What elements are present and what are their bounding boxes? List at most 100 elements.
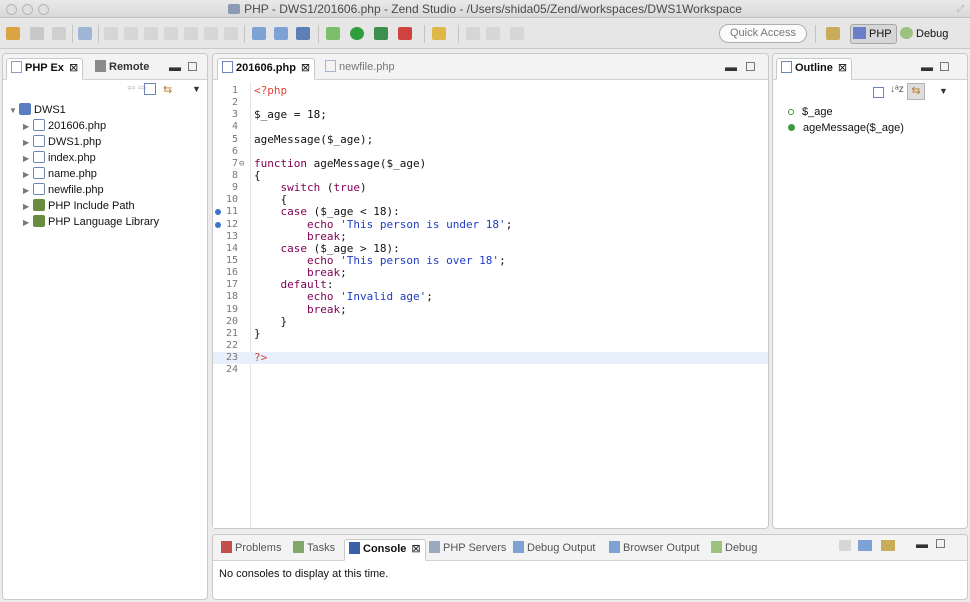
code-line[interactable]: 24 — [213, 364, 768, 376]
code-line[interactable]: 7 ⊖ function ageMessage($_age) — [213, 157, 768, 170]
external-tools-icon[interactable] — [398, 27, 412, 40]
collapsed-arrow-icon[interactable]: ▶ — [23, 151, 33, 167]
line-number: 15 — [225, 254, 238, 266]
code-line[interactable]: 1 <?php — [213, 84, 768, 97]
collapse-all-icon[interactable] — [873, 87, 884, 98]
last-edit-icon[interactable] — [486, 27, 500, 40]
forward-icon[interactable] — [510, 27, 524, 40]
tab-remote[interactable]: Remote — [91, 58, 153, 80]
code-line[interactable]: 5 ageMessage($_age); — [213, 133, 768, 146]
mark-occurrences-icon[interactable] — [432, 27, 446, 40]
php-perspective-button[interactable]: PHP — [850, 24, 897, 44]
quick-access-field[interactable]: Quick Access — [719, 24, 807, 43]
run-profile-icon[interactable] — [374, 27, 388, 40]
fullscreen-icon[interactable]: ⤢ — [957, 3, 964, 14]
tree-item[interactable]: ▶ DWS1.php — [9, 134, 159, 150]
open-console-icon[interactable] — [881, 540, 895, 551]
step-return-icon[interactable] — [224, 27, 238, 40]
open-resource-icon[interactable] — [274, 27, 288, 40]
close-tab-icon[interactable]: ⊠ — [69, 62, 78, 74]
run-icon[interactable] — [350, 27, 364, 40]
tab-problems[interactable]: Problems — [217, 539, 285, 561]
collapsed-arrow-icon[interactable]: ▶ — [23, 119, 33, 135]
view-menu-icon[interactable]: ▼ — [939, 86, 948, 96]
tab-201606-php[interactable]: 201606.php ⊠ — [217, 58, 316, 80]
code-text: } — [254, 326, 261, 340]
expanded-arrow-icon[interactable]: ▼ — [9, 103, 19, 119]
tab-console[interactable]: Console ⊠ — [344, 539, 426, 561]
collapsed-arrow-icon[interactable]: ▶ — [23, 167, 33, 183]
save-icon[interactable] — [30, 27, 44, 40]
minimize-icon[interactable]: ▬ — [169, 60, 181, 74]
tab-browser-output[interactable]: Browser Output — [605, 539, 703, 561]
tab-newfile-php[interactable]: newfile.php — [321, 58, 399, 80]
tab-php-explorer[interactable]: PHP Ex ⊠ — [6, 58, 84, 80]
view-menu-icon[interactable]: ▼ — [192, 84, 201, 94]
tab-php-servers[interactable]: PHP Servers — [425, 539, 510, 561]
code-line[interactable]: 19 break; — [213, 303, 768, 316]
suspend-icon[interactable] — [124, 27, 138, 40]
sort-icon[interactable]: ↓ᵃz — [890, 84, 904, 95]
debug-perspective-button[interactable]: Debug — [897, 24, 953, 44]
outline-item-variable[interactable]: $_age — [788, 106, 833, 118]
minimize-icon[interactable]: ▬ — [916, 537, 928, 551]
library-toolbar-icon[interactable] — [296, 27, 310, 40]
code-line[interactable]: 9 switch (true) — [213, 181, 768, 194]
step-into-icon[interactable] — [184, 27, 198, 40]
code-line[interactable]: 20 } — [213, 315, 768, 328]
close-tab-icon[interactable]: ⊠ — [838, 62, 847, 74]
new-icon[interactable] — [6, 27, 20, 40]
code-line[interactable]: 23 ?> — [213, 352, 768, 365]
fold-toggle-icon[interactable]: ⊖ — [239, 158, 244, 170]
maximize-icon[interactable]: ☐ — [187, 60, 198, 74]
tab-outline[interactable]: Outline ⊠ — [776, 58, 853, 80]
pin-console-icon[interactable] — [839, 540, 851, 551]
minimize-icon[interactable]: ▬ — [725, 60, 737, 74]
tasks-icon — [293, 541, 304, 553]
tab-tasks[interactable]: Tasks — [289, 539, 339, 561]
line-number: 19 — [225, 303, 238, 315]
maximize-icon[interactable]: ☐ — [745, 60, 756, 74]
minimize-icon[interactable]: ▬ — [921, 60, 933, 74]
tree-item[interactable]: ▶ name.php — [9, 166, 159, 182]
tree-item[interactable]: ▶ 201606.php — [9, 118, 159, 134]
code-line[interactable]: 3 $_age = 18; — [213, 109, 768, 121]
open-perspective-icon[interactable] — [826, 27, 840, 40]
tab-debug-output[interactable]: Debug Output — [509, 539, 600, 561]
disconnect-icon[interactable] — [164, 27, 178, 40]
code-editor[interactable]: 1 <?php 2 3 $_age = 18; 4 5 ageMessage($_age); 6… — [213, 84, 768, 376]
close-tab-icon[interactable]: ⊠ — [411, 543, 420, 555]
step-over-icon[interactable] — [204, 27, 218, 40]
tree-item[interactable]: ▼ DWS1 — [9, 102, 159, 118]
line-number: 13 — [225, 230, 238, 242]
maximize-icon[interactable]: ☐ — [939, 60, 950, 74]
tree-item[interactable]: ▶ newfile.php — [9, 182, 159, 198]
skip-breakpoints-icon[interactable] — [78, 27, 92, 40]
open-type-icon[interactable] — [252, 27, 266, 40]
code-line[interactable]: 22 — [213, 340, 768, 352]
code-line[interactable]: 4 — [213, 121, 768, 133]
tab-debug[interactable]: Debug — [707, 539, 761, 561]
link-editor-icon[interactable]: ⇆ — [163, 83, 172, 96]
save-all-icon[interactable] — [52, 27, 66, 40]
outline-item-function[interactable]: ageMessage($_age) — [788, 122, 904, 134]
code-line[interactable]: 12 echo 'This person is under 18'; — [213, 218, 768, 231]
back-icon[interactable] — [466, 27, 480, 40]
collapsed-arrow-icon[interactable]: ▶ — [23, 199, 33, 215]
collapsed-arrow-icon[interactable]: ▶ — [23, 215, 33, 231]
debug-icon[interactable] — [326, 27, 340, 40]
code-line[interactable]: 18 echo 'Invalid age'; — [213, 291, 768, 303]
collapse-all-icon[interactable] — [144, 83, 156, 95]
collapsed-arrow-icon[interactable]: ▶ — [23, 183, 33, 199]
display-console-icon[interactable] — [858, 540, 872, 551]
link-editor-icon[interactable]: ⇆ — [907, 83, 925, 100]
tree-item[interactable]: ▶ PHP Include Path — [9, 198, 159, 214]
terminate-icon[interactable] — [144, 27, 158, 40]
tree-item[interactable]: ▶ index.php — [9, 150, 159, 166]
code-line[interactable]: 21} — [213, 326, 768, 340]
tree-item[interactable]: ▶ PHP Language Library — [9, 214, 159, 230]
maximize-icon[interactable]: ☐ — [935, 537, 946, 551]
close-tab-icon[interactable]: ⊠ — [301, 62, 310, 74]
collapsed-arrow-icon[interactable]: ▶ — [23, 135, 33, 151]
resume-icon[interactable] — [104, 27, 118, 40]
